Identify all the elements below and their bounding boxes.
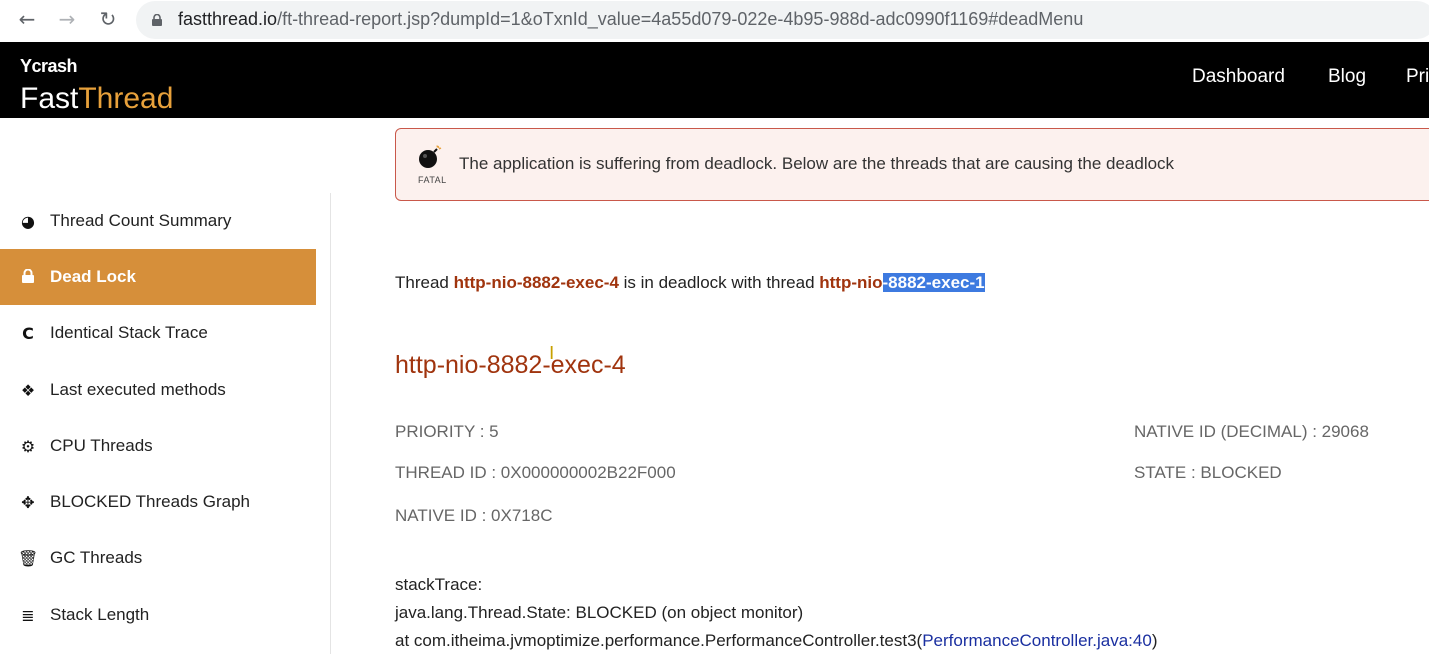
deadlock-middle: is in deadlock with thread [618, 273, 820, 292]
url-path: /ft-thread-report.jsp?dumpId=1&oTxnId_va… [277, 9, 1084, 29]
stack-trace-line: at com.itheima.jvmoptimize.performance.P… [395, 631, 1158, 651]
cubes-icon: ❖ [20, 380, 36, 400]
refresh-icon: C [22, 323, 34, 343]
deadlock-summary: Thread http-nio-8882-exec-4 is in deadlo… [395, 273, 985, 293]
thread-link-b-selected[interactable]: -8882-exec-1 [882, 273, 985, 292]
sidebar-item-label: GC Threads [50, 548, 143, 567]
sidebar-item-label: CPU Threads [50, 436, 153, 455]
sidebar-item-label: Thread Count Summary [50, 211, 232, 230]
thread-priority: PRIORITY : 5 [395, 422, 499, 441]
stack-trace-line: java.lang.Thread.State: BLOCKED (on obje… [395, 603, 804, 622]
address-bar[interactable]: fastthread.io/ft-thread-report.jsp?dumpI… [136, 1, 1429, 39]
lock-icon [152, 14, 162, 26]
thread-link-a[interactable]: http-nio-8882-exec-4 [454, 273, 619, 292]
fastthread-logo[interactable]: FastThread [20, 82, 173, 116]
thread-state: STATE : BLOCKED [1134, 463, 1282, 482]
sidebar-item-cpu-threads[interactable]: ⚙ CPU Threads [0, 418, 316, 474]
sidebar-item-label: Stack Length [50, 605, 150, 624]
sidebar-item-identical-stack-trace[interactable]: C Identical Stack Trace [0, 305, 316, 361]
sidebar-item-gc-threads[interactable]: 🗑 GC Threads [0, 530, 316, 586]
sidebar-item-label: BLOCKED Threads Graph [50, 492, 250, 511]
stack-trace-label: stackTrace: [395, 575, 483, 594]
sidebar-item-thread-count-summary[interactable]: ◕ Thread Count Summary [0, 193, 316, 249]
url-host: fastthread.io [178, 9, 278, 29]
thread-id: THREAD ID : 0X000000002B22F000 [395, 463, 676, 482]
lock-icon [18, 268, 38, 287]
alert-message: The application is suffering from deadlo… [459, 154, 1175, 173]
sidebar-item-stack-length[interactable]: ≣ Stack Length [0, 587, 316, 643]
sidebar-item-label: Dead Lock [50, 267, 136, 286]
main-content: FATAL The application is suffering from … [380, 118, 1429, 654]
fatal-tag: FATAL [418, 175, 447, 185]
url-text[interactable]: fastthread.io/ft-thread-report.jsp?dumpI… [178, 9, 1083, 30]
sidebar-divider [330, 193, 331, 654]
gears-icon: ⚙ [20, 436, 36, 456]
nav-dashboard[interactable]: Dashboard [1192, 66, 1285, 88]
browser-toolbar: ← → ↻ fastthread.io/ft-thread-report.jsp… [0, 0, 1429, 42]
thread-title: http-nio-8882-exec-4 [395, 351, 626, 379]
sidebar-item-label: Last executed methods [50, 380, 226, 399]
ycrash-logo[interactable]: Ycrash [20, 56, 78, 77]
deadlock-prefix: Thread [395, 273, 454, 292]
dashboard-gauge-icon: ◕ [21, 211, 35, 231]
reload-icon[interactable]: ↻ [97, 7, 119, 31]
nav-pricing[interactable]: Pri [1406, 66, 1429, 88]
back-arrow-icon[interactable]: ← [16, 7, 38, 31]
sidebar-item-blocked-threads-graph[interactable]: ✥ BLOCKED Threads Graph [0, 474, 316, 530]
sidebar-item-label: Identical Stack Trace [50, 323, 208, 342]
logo-thread-text: Thread [78, 82, 174, 115]
logo-fast-text: Fast [20, 82, 79, 115]
thread-link-b[interactable]: http-nio [819, 273, 882, 292]
sidebar-item-dead-lock[interactable]: Dead Lock [0, 249, 316, 305]
thread-native-id: NATIVE ID : 0X718C [395, 506, 553, 525]
stack-icon: ≣ [21, 605, 35, 625]
stack-frame-close: ) [1151, 631, 1158, 650]
bomb-icon [419, 145, 442, 168]
stack-frame-text: at com.itheima.jvmoptimize.performance.P… [395, 631, 923, 650]
arrows-move-icon: ✥ [21, 492, 35, 512]
forward-arrow-icon[interactable]: → [56, 7, 78, 31]
site-header: Ycrash FastThread Dashboard Blog Pri [0, 42, 1429, 118]
trash-icon: 🗑 [18, 548, 39, 568]
source-file-link[interactable]: PerformanceController.java:40 [922, 631, 1152, 650]
text-cursor-icon: I [549, 343, 555, 364]
thread-native-id-decimal: NATIVE ID (DECIMAL) : 29068 [1134, 422, 1369, 441]
deadlock-alert: FATAL The application is suffering from … [395, 128, 1429, 201]
sidebar: ◕ Thread Count Summary Dead Lock C Ident… [0, 118, 330, 654]
sidebar-item-last-executed-methods[interactable]: ❖ Last executed methods [0, 362, 316, 418]
nav-blog[interactable]: Blog [1328, 66, 1366, 88]
